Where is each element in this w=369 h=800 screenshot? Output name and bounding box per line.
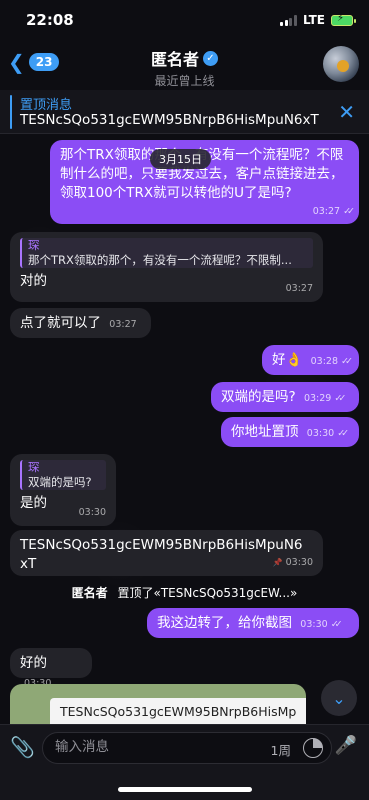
chat-title-area[interactable]: 匿名者 ✓ 最近曾上线	[0, 46, 369, 89]
message-text: 好的	[20, 655, 47, 671]
message-time: 03:27 ✓✓	[312, 206, 355, 217]
message-field[interactable]: 1周	[42, 732, 332, 764]
scroll-down-button[interactable]: ⌄	[321, 680, 357, 716]
message-text: 我这边转了，给你截图	[157, 615, 292, 631]
message-bubble-incoming[interactable]: 好的 03:30	[10, 648, 92, 689]
last-seen-status: 最近曾上线	[154, 74, 215, 88]
message-text: 双端的是吗?	[221, 389, 296, 405]
message-bubble-incoming[interactable]: 琛 双端的是吗? 是的 03:30	[10, 454, 116, 526]
message-list[interactable]: 那个TRX领取的那个，有没有一个流程呢？不限制什么的吧，只要我发过去，客户点链接…	[0, 134, 369, 724]
message-time: 03:27	[285, 283, 313, 294]
pinned-title: 置顶消息	[20, 98, 73, 113]
reply-text: 双端的是吗?	[28, 475, 92, 489]
home-indicator	[118, 787, 252, 792]
message-text: 好👌	[272, 352, 303, 368]
timer-icon[interactable]	[303, 738, 323, 758]
message-text-line: TESNcSQo531gcEWM95BNrpB6HisMpuN6	[20, 537, 303, 553]
signal-icon	[280, 14, 297, 26]
pinned-text: TESNcSQo531gcEWM95BNrpB6HisMpuN6xT	[20, 112, 319, 128]
message-text: 你地址置顶	[231, 424, 299, 440]
auto-delete-timer[interactable]: 1周	[271, 740, 291, 759]
message-text: 点了就可以了	[20, 315, 101, 331]
battery-charging-icon: ⚡	[337, 12, 345, 24]
reply-preview[interactable]: 琛 那个TRX领取的那个，有没有一个流程呢？不限制...	[20, 238, 313, 268]
message-bubble-outgoing[interactable]: 双端的是吗? 03:29 ✓✓	[211, 382, 359, 412]
message-input[interactable]	[55, 739, 255, 755]
image-preview-text: TESNcSQo531gcEWM95BNrpB6HisMp	[50, 698, 306, 724]
message-text: 对的	[20, 273, 47, 289]
read-checks-icon: ✓✓	[343, 206, 355, 217]
network-label: LTE	[302, 13, 325, 27]
service-action: 置顶了«TESNcSQo531gcEW...»	[117, 586, 298, 600]
pinned-message-bar[interactable]: 置顶消息 TESNcSQo531gcEWM95BNrpB6HisMpuN6xT …	[0, 90, 369, 134]
avatar[interactable]	[323, 46, 359, 82]
message-time: 03:30	[78, 507, 106, 518]
message-bubble-outgoing[interactable]: 好👌 03:28 ✓✓	[262, 345, 359, 375]
status-indicators: LTE ⚡	[280, 12, 356, 27]
image-message-preview[interactable]: TESNcSQo531gcEWM95BNrpB6HisMp	[10, 684, 306, 724]
attach-icon[interactable]: 📎	[10, 735, 35, 759]
message-time: 03:28 ✓✓	[310, 356, 353, 367]
service-actor: 匿名者	[71, 586, 108, 600]
message-text: 是的	[20, 495, 47, 511]
message-time: 03:30 ✓✓	[306, 428, 349, 439]
close-icon[interactable]: ✕	[338, 100, 355, 124]
reply-author: 琛	[28, 460, 40, 474]
status-time: 22:08	[26, 11, 74, 29]
date-pill: 3月15日	[150, 149, 211, 169]
battery-icon: ⚡	[331, 12, 356, 26]
reply-author: 琛	[28, 238, 40, 252]
verified-icon: ✓	[203, 50, 218, 66]
message-time: 03:27	[109, 319, 137, 330]
chat-header: ❮ 23 匿名者 ✓ 最近曾上线	[0, 40, 369, 90]
status-bar: 22:08 LTE ⚡	[0, 0, 369, 40]
microphone-icon[interactable]: 🎤	[335, 735, 357, 756]
message-bubble-incoming[interactable]: 点了就可以了 03:27	[10, 308, 151, 338]
chat-title: 匿名者	[150, 50, 199, 69]
message-bubble-incoming[interactable]: TESNcSQo531gcEWM95BNrpB6HisMpuN6 xT 📌 03…	[10, 530, 323, 576]
reply-preview[interactable]: 琛 双端的是吗?	[20, 460, 106, 490]
message-bubble-outgoing[interactable]: 我这边转了，给你截图 03:30 ✓✓	[147, 608, 359, 638]
chevron-down-icon: ⌄	[332, 688, 346, 708]
message-time: 📌 03:30	[272, 557, 313, 568]
pinned-indicator	[10, 95, 12, 129]
pinned-service-message: 匿名者 置顶了«TESNcSQo531gcEW...»	[0, 584, 369, 601]
message-bubble-outgoing[interactable]: 你地址置顶 03:30 ✓✓	[221, 417, 359, 447]
pin-icon: 📌	[272, 558, 283, 567]
message-bubble-incoming[interactable]: 琛 那个TRX领取的那个，有没有一个流程呢？不限制... 对的 03:27	[10, 232, 323, 302]
message-time: 03:30 ✓✓	[300, 619, 342, 630]
message-text-line: xT	[20, 556, 37, 572]
reply-text: 那个TRX领取的那个，有没有一个流程呢？不限制...	[28, 253, 292, 267]
input-bar: 📎 1周 🎤	[0, 724, 369, 800]
message-time: 03:29 ✓✓	[303, 393, 346, 404]
